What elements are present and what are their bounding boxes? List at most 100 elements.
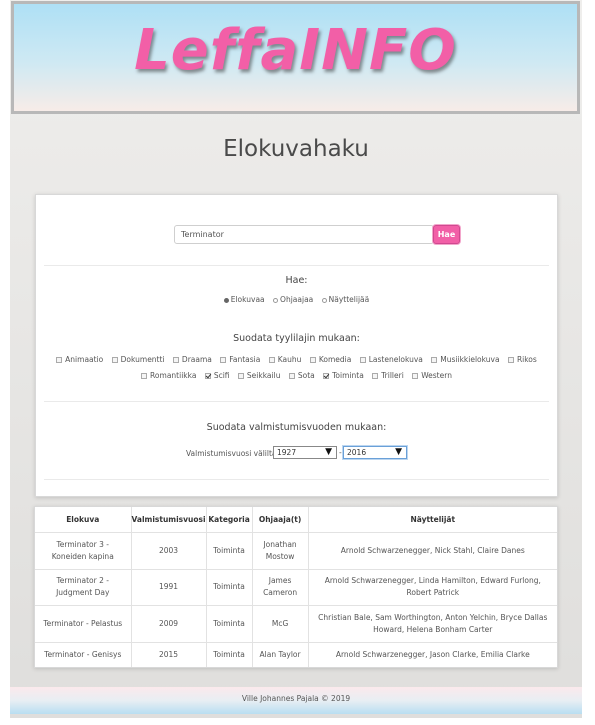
radio-icon[interactable] (321, 297, 327, 303)
search-by-label: Hae: (285, 275, 308, 286)
dropdown-arrow-icon: ▼ (325, 447, 332, 457)
checkbox-icon[interactable] (431, 357, 438, 363)
site-footer: Ville Johannes Pajala © 2019 (10, 687, 582, 714)
column-header: Kategoria (206, 507, 253, 533)
search-panel: Terminator Hae Hae: Elokuvaa Ohjaajaa Nä… (35, 194, 558, 497)
year-separator: - (339, 448, 342, 457)
genre-checkbox-fantasia[interactable]: Fantasia (220, 355, 260, 364)
table-row: Terminator - Genisys 2015 Toiminta Alan … (35, 642, 557, 667)
genre-checkbox-komedia[interactable]: Komedia (309, 355, 352, 364)
checkbox-icon[interactable] (412, 373, 419, 379)
radio-label: Ohjaajaa (280, 295, 314, 304)
genre-label: Toiminta (332, 371, 364, 380)
radio-option-ohjaajaa[interactable]: Ohjaajaa (273, 295, 313, 304)
page-title: Elokuvahaku (223, 136, 369, 162)
footer-copyright: Ville Johannes Pajala © 2019 (241, 694, 351, 703)
column-header: Näyttelijät (308, 507, 557, 533)
movie-title-cell: Terminator 2 - Judgment Day (35, 569, 132, 606)
genre-checkbox-lastenelokuva[interactable]: Lastenelokuva (359, 355, 423, 364)
genre-label: Fantasia (229, 355, 261, 364)
genre-label: Scifi (213, 371, 230, 380)
divider (44, 479, 549, 480)
checkbox-icon[interactable] (172, 357, 179, 363)
genre-checkbox-kauhu[interactable]: Kauhu (268, 355, 301, 364)
checkbox-icon[interactable] (372, 373, 379, 379)
search-by-options: Elokuvaa Ohjaajaa Näyttelijää (36, 295, 557, 304)
category-cell: Toiminta (206, 642, 253, 667)
year-filter-label: Suodata valmistumisvuoden mukaan: (206, 422, 387, 433)
year-from-select[interactable]: 1927 ▼ (273, 446, 337, 459)
category-cell: Toiminta (206, 532, 253, 570)
radio-option-elokuvaa[interactable]: Elokuvaa (223, 295, 265, 304)
year-cell: 1991 (131, 569, 207, 606)
radio-selected-icon[interactable] (223, 297, 229, 303)
divider (44, 265, 549, 266)
checkbox-icon[interactable] (56, 357, 63, 363)
table-header-row: Elokuva Valmistumisvuosi Kategoria Ohjaa… (35, 507, 557, 533)
year-to-select[interactable]: 2016 ▼ (343, 446, 407, 459)
category-cell: Toiminta (206, 605, 253, 643)
table-row: Terminator - Pelastus 2009 Toiminta McG … (35, 605, 557, 643)
genre-checkbox-scifi[interactable]: Scifi (204, 371, 230, 380)
checkbox-icon[interactable] (309, 357, 316, 363)
column-header: Valmistumisvuosi (131, 507, 207, 533)
table-row: Terminator 2 - Judgment Day 1991 Toimint… (35, 569, 557, 606)
column-header: Ohjaaja(t) (252, 507, 309, 533)
radio-label: Elokuvaa (230, 295, 265, 304)
checkbox-icon[interactable] (220, 357, 227, 363)
director-cell: McG (252, 605, 309, 643)
genre-label: Draama (181, 355, 212, 364)
genre-checkbox-animaatio[interactable]: Animaatio (56, 355, 103, 364)
table-row: Terminator 3 - Koneiden kapina 2003 Toim… (35, 532, 557, 570)
radio-icon[interactable] (273, 297, 279, 303)
checkbox-icon[interactable] (507, 357, 514, 363)
movie-title-cell: Terminator - Pelastus (35, 605, 132, 643)
director-cell: Jonathan Mostow (252, 532, 309, 570)
genre-checkbox-trilleri[interactable]: Trilleri (372, 371, 404, 380)
genre-checkbox-musiikkielokuva[interactable]: Musiikkielokuva (431, 355, 500, 364)
checkbox-checked-icon[interactable] (204, 373, 211, 379)
genre-checkbox-western[interactable]: Western (412, 371, 452, 380)
genre-label: Sota (297, 371, 315, 380)
genre-checkbox-dokumentti[interactable]: Dokumentti (111, 355, 165, 364)
site-logo[interactable]: LeffaINFO (14, 18, 577, 83)
year-to-value: 2016 (347, 448, 367, 457)
year-cell: 2003 (131, 532, 207, 570)
checkbox-icon[interactable] (141, 373, 148, 379)
genre-checkbox-romantiikka[interactable]: Romantiikka (141, 371, 196, 380)
genre-label: Komedia (318, 355, 352, 364)
genre-row-2: Romantiikka Scifi Seikkailu Sota Toimint… (36, 371, 557, 380)
director-cell: James Cameron (252, 569, 309, 606)
results-table: Elokuva Valmistumisvuosi Kategoria Ohjaa… (35, 507, 557, 667)
genre-checkbox-toiminta[interactable]: Toiminta (323, 371, 364, 380)
genre-checkbox-sota[interactable]: Sota (288, 371, 315, 380)
checkbox-checked-icon[interactable] (323, 373, 330, 379)
search-button[interactable]: Hae (433, 225, 460, 244)
actors-cell: Christian Bale, Sam Worthington, Anton Y… (308, 605, 557, 643)
genre-label: Animaatio (65, 355, 104, 364)
genre-label: Dokumentti (120, 355, 165, 364)
page-frame: LeffaINFO Elokuvahaku Terminator Hae Hae… (10, 0, 582, 718)
genre-checkbox-rikos[interactable]: Rikos (507, 355, 537, 364)
year-range-label: Valmistumisvuosi väliltä: (186, 449, 280, 458)
genre-label: Western (421, 371, 452, 380)
search-input[interactable]: Terminator (174, 225, 434, 244)
genre-checkbox-draama[interactable]: Draama (172, 355, 212, 364)
genre-label: Seikkailu (246, 371, 281, 380)
checkbox-icon[interactable] (359, 357, 366, 363)
year-cell: 2015 (131, 642, 207, 667)
genre-label: Trilleri (381, 371, 404, 380)
actors-cell: Arnold Schwarzenegger, Nick Stahl, Clair… (308, 532, 557, 570)
checkbox-icon[interactable] (268, 357, 275, 363)
genre-label: Lastenelokuva (368, 355, 423, 364)
results-table-panel: Elokuva Valmistumisvuosi Kategoria Ohjaa… (34, 506, 558, 668)
radio-option-nayttelijaa[interactable]: Näyttelijää (321, 295, 369, 304)
genre-checkbox-seikkailu[interactable]: Seikkailu (237, 371, 281, 380)
checkbox-icon[interactable] (237, 373, 244, 379)
dropdown-arrow-icon: ▼ (395, 447, 402, 457)
year-from-value: 1927 (277, 448, 297, 457)
checkbox-icon[interactable] (111, 357, 118, 363)
checkbox-icon[interactable] (288, 373, 295, 379)
movie-title-cell: Terminator - Genisys (35, 642, 132, 667)
genre-filter-label: Suodata tyylilajin mukaan: (233, 333, 360, 344)
